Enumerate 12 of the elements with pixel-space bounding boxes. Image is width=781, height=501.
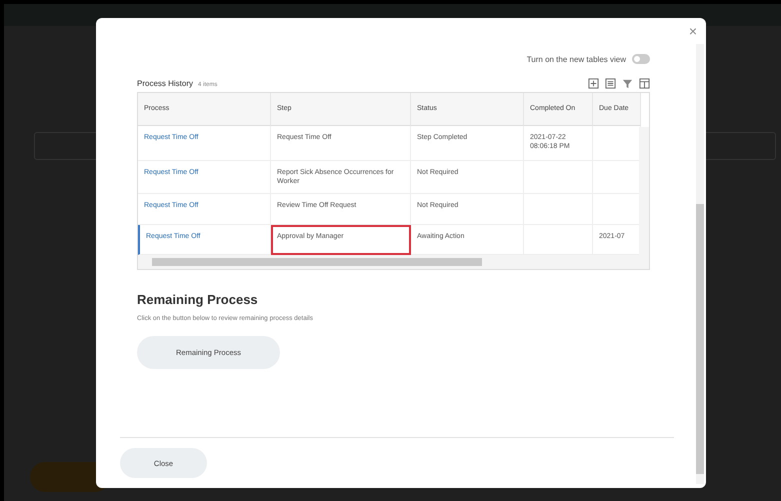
list-icon[interactable] bbox=[605, 78, 616, 89]
toggle-switch[interactable] bbox=[632, 54, 650, 64]
toggle-label: Turn on the new tables view bbox=[526, 54, 626, 64]
filter-icon[interactable] bbox=[622, 78, 633, 89]
columns-icon[interactable] bbox=[639, 78, 650, 89]
table-vertical-scrollbar[interactable] bbox=[639, 127, 649, 255]
horizontal-scrollbar[interactable] bbox=[138, 255, 649, 269]
section-title: Process History bbox=[137, 79, 194, 88]
export-icon[interactable] bbox=[588, 78, 599, 89]
vertical-scrollbar[interactable] bbox=[696, 44, 704, 484]
section-heading: Remaining Process bbox=[137, 292, 259, 307]
close-button[interactable]: × bbox=[688, 24, 697, 38]
